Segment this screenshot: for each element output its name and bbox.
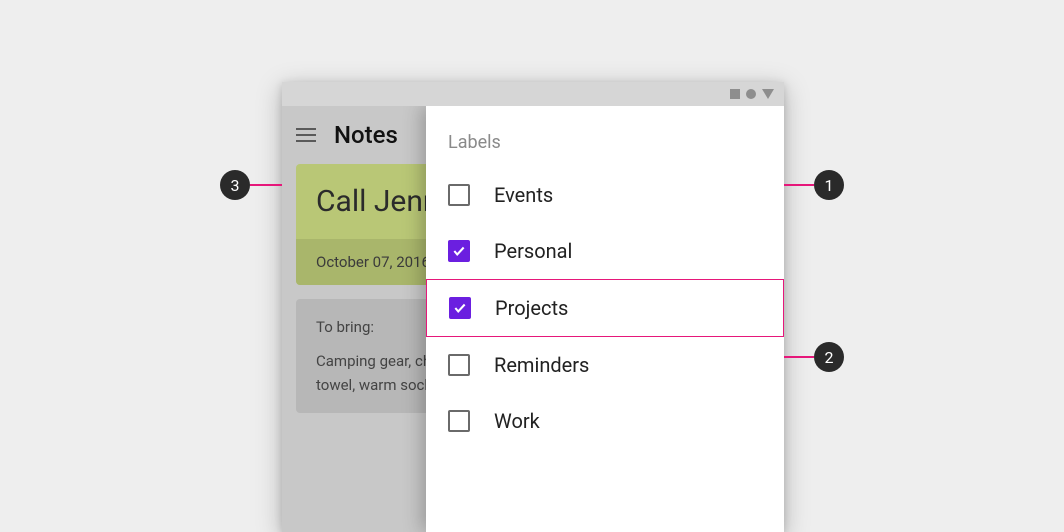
callout-line: [784, 184, 814, 186]
hamburger-icon[interactable]: [296, 128, 316, 142]
callout-line: [250, 184, 282, 186]
callout-line: [784, 356, 814, 358]
label-row-personal[interactable]: Personal: [426, 223, 784, 279]
callout-badge-2: 2: [814, 342, 844, 372]
status-square-icon: [730, 89, 740, 99]
callout-badge-1: 1: [814, 170, 844, 200]
label-row-reminders[interactable]: Reminders: [426, 337, 784, 393]
checkbox-checked-icon[interactable]: [449, 297, 471, 319]
label-text: Personal: [494, 239, 572, 263]
label-row-projects[interactable]: Projects: [426, 279, 784, 337]
app-content: Notes Call Jennifer October 07, 2016 To …: [282, 106, 784, 532]
checkbox-checked-icon[interactable]: [448, 240, 470, 262]
status-bar: [282, 82, 784, 106]
label-row-work[interactable]: Work: [426, 393, 784, 449]
device-frame: Notes Call Jennifer October 07, 2016 To …: [282, 82, 784, 532]
checkbox-icon[interactable]: [448, 184, 470, 206]
callout-badge-3: 3: [220, 170, 250, 200]
label-text: Projects: [495, 296, 568, 320]
checkbox-icon[interactable]: [448, 354, 470, 376]
label-text: Events: [494, 183, 553, 207]
label-row-events[interactable]: Events: [426, 167, 784, 223]
label-text: Work: [494, 409, 540, 433]
label-text: Reminders: [494, 353, 589, 377]
labels-panel: Labels Events Personal Projects Reminde: [426, 106, 784, 532]
labels-panel-header: Labels: [426, 122, 784, 167]
status-circle-icon: [746, 89, 756, 99]
app-title: Notes: [334, 121, 398, 149]
checkbox-icon[interactable]: [448, 410, 470, 432]
status-triangle-icon: [762, 89, 774, 99]
